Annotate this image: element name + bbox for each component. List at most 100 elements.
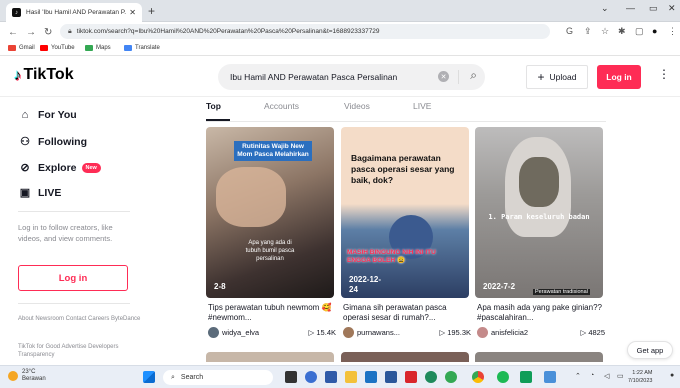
video-meta: anisfelicia2 ▷ 4825: [477, 327, 605, 338]
clear-search-icon[interactable]: ✕: [438, 71, 449, 82]
video-card-peek[interactable]: [341, 352, 469, 362]
notification-icon[interactable]: ●: [670, 372, 674, 379]
edge-icon[interactable]: [425, 371, 437, 383]
footer-links-2[interactable]: TikTok for Good Advertise Developers Tra…: [18, 343, 143, 359]
tab-accounts[interactable]: Accounts: [264, 101, 299, 111]
browser-menu-icon[interactable]: ⋮: [668, 26, 677, 37]
video-card[interactable]: 1. Param keseluruh badan Perawatan tradi…: [475, 127, 603, 298]
maximize-icon[interactable]: ▭: [649, 3, 658, 14]
word-icon[interactable]: [365, 371, 377, 383]
spotify-icon[interactable]: [497, 371, 509, 383]
battery-icon[interactable]: ▭: [617, 372, 624, 380]
forward-icon[interactable]: →: [26, 27, 36, 38]
video-card[interactable]: Bagaimana perawatan pasca operasi sesar …: [341, 127, 469, 298]
weather-widget[interactable]: 23°C Berawan: [8, 369, 46, 383]
share-icon[interactable]: ⇪: [584, 26, 592, 37]
gmail-icon: [8, 45, 16, 51]
chrome-icon[interactable]: [472, 371, 484, 383]
tabs-divider: [206, 121, 606, 122]
start-icon[interactable]: [143, 371, 155, 383]
tab-top[interactable]: Top: [206, 101, 221, 111]
search-input[interactable]: Ibu Hamil AND Perawatan Pasca Persalinan…: [218, 64, 485, 90]
taskbar-search[interactable]: ⌕ Search: [163, 370, 273, 385]
bookmark-maps[interactable]: Maps: [85, 45, 111, 51]
url-text: tiktok.com/search?q=Ibu%20Hamil%20AND%20…: [76, 28, 380, 35]
close-window-icon[interactable]: ✕: [668, 3, 676, 14]
video-date: 2022-7-2: [483, 282, 516, 291]
back-icon[interactable]: ←: [8, 27, 18, 38]
bookmark-gmail[interactable]: Gmail: [8, 45, 35, 51]
whatsapp-icon[interactable]: [445, 371, 457, 383]
video-username[interactable]: purnawans...: [357, 328, 400, 337]
video-caption[interactable]: Tips perawatan tubuh newmom 🥰 #newmom...: [208, 303, 336, 323]
tab-live[interactable]: LIVE: [413, 101, 431, 111]
video-caption[interactable]: Gimana sih perawatan pasca operasi sesar…: [343, 303, 471, 323]
minimize-icon[interactable]: —: [626, 3, 635, 13]
bookmark-translate[interactable]: Translate: [124, 45, 160, 51]
clock[interactable]: 1:22 AM 7/10/2023: [628, 369, 652, 385]
tab-videos[interactable]: Videos: [344, 101, 370, 111]
footer-links-1[interactable]: About Newsroom Contact Careers ByteDance: [18, 315, 143, 323]
bookmark-star-icon[interactable]: ☆: [601, 26, 609, 37]
new-tab-icon[interactable]: +: [148, 4, 155, 18]
view-count: 195.3K: [447, 328, 471, 337]
header-login-button[interactable]: Log in: [597, 65, 641, 89]
reload-icon[interactable]: ↻: [44, 27, 52, 38]
avatar[interactable]: [343, 327, 354, 338]
video-caption[interactable]: Apa masih ada yang pake ginian??#pascala…: [477, 303, 605, 323]
sidebar: ⌂ For You ⚇ Following ⊘ Explore New ▣ LI…: [0, 97, 150, 365]
search-icon[interactable]: ⌕: [470, 68, 477, 83]
file-explorer-icon[interactable]: [345, 371, 357, 383]
close-tab-icon[interactable]: ✕: [129, 8, 136, 17]
youtube-icon: [40, 45, 48, 51]
search-divider: [458, 70, 459, 84]
more-options-icon[interactable]: ⋮: [658, 67, 670, 81]
browser-tab[interactable]: ♪ Hasil 'Ibu Hamil AND Perawatan P...' ✕: [6, 3, 142, 22]
volume-icon[interactable]: ◁: [604, 372, 609, 380]
upload-label: Upload: [549, 72, 577, 82]
video-username[interactable]: widya_elva: [222, 328, 259, 337]
tray-chevron-icon[interactable]: ⌃: [575, 372, 581, 380]
video-meta: widya_elva ▷ 15.4K: [208, 327, 336, 338]
app-icon[interactable]: [544, 371, 556, 383]
avatar[interactable]: [208, 327, 219, 338]
address-bar-row: ← → ↻ 🔒︎ tiktok.com/search?q=Ibu%20Hamil…: [0, 22, 680, 42]
teams-icon[interactable]: [305, 371, 317, 383]
avatar[interactable]: [477, 327, 488, 338]
active-tab-underline: [206, 119, 230, 121]
video-card-peek[interactable]: [475, 352, 603, 362]
profile-avatar-icon[interactable]: ●: [652, 26, 657, 36]
tab-search-icon[interactable]: ⌄: [601, 3, 609, 14]
task-view-icon[interactable]: [285, 371, 297, 383]
extensions-icon[interactable]: ✱: [618, 26, 626, 37]
video-card-peek[interactable]: [206, 352, 334, 362]
search-icon: ⌕: [171, 373, 175, 381]
sidebar-item-for-you[interactable]: ⌂ For You: [18, 109, 77, 121]
sidebar-item-following[interactable]: ⚇ Following: [18, 135, 87, 149]
browser-tab-strip: ♪ Hasil 'Ibu Hamil AND Perawatan P...' ✕…: [0, 0, 680, 22]
video-card[interactable]: Rutinitas Wajib New Mom Pasca Melahirkan…: [206, 127, 334, 298]
browser-tab-title: Hasil 'Ibu Hamil AND Perawatan P...': [26, 9, 127, 16]
sidepanel-icon[interactable]: ▢: [635, 26, 644, 37]
bookmark-label: Maps: [96, 45, 111, 51]
video-meta: purnawans... ▷ 195.3K: [343, 327, 471, 338]
app-icon[interactable]: [520, 371, 532, 383]
wifi-icon[interactable]: ◔: [590, 372, 594, 379]
video-username[interactable]: anisfelicia2: [491, 328, 528, 337]
sidebar-login-button[interactable]: Log in: [18, 265, 128, 291]
tiktok-logo[interactable]: ♪ TikTok: [14, 66, 74, 84]
sidebar-item-explore[interactable]: ⊘ Explore New: [18, 161, 101, 174]
upload-button[interactable]: + Upload: [526, 65, 588, 89]
app-icon[interactable]: [325, 371, 337, 383]
outlook-icon[interactable]: [385, 371, 397, 383]
sidebar-item-live[interactable]: ▣ LIVE: [18, 186, 62, 200]
get-app-button[interactable]: Get app: [627, 341, 673, 359]
bookmark-youtube[interactable]: YouTube: [40, 45, 75, 51]
taskbar: 23°C Berawan ⌕ Search ⌃ ◔ ◁ ▭ 1:22 AM 7/1…: [0, 365, 680, 388]
video-views: ▷ 4825: [580, 328, 605, 337]
google-lens-icon[interactable]: G: [566, 26, 573, 36]
weather-temp: 23°C: [22, 369, 36, 375]
url-field[interactable]: 🔒︎ tiktok.com/search?q=Ibu%20Hamil%20AND…: [60, 24, 550, 39]
weather-icon: [8, 371, 18, 381]
app-icon[interactable]: [405, 371, 417, 383]
